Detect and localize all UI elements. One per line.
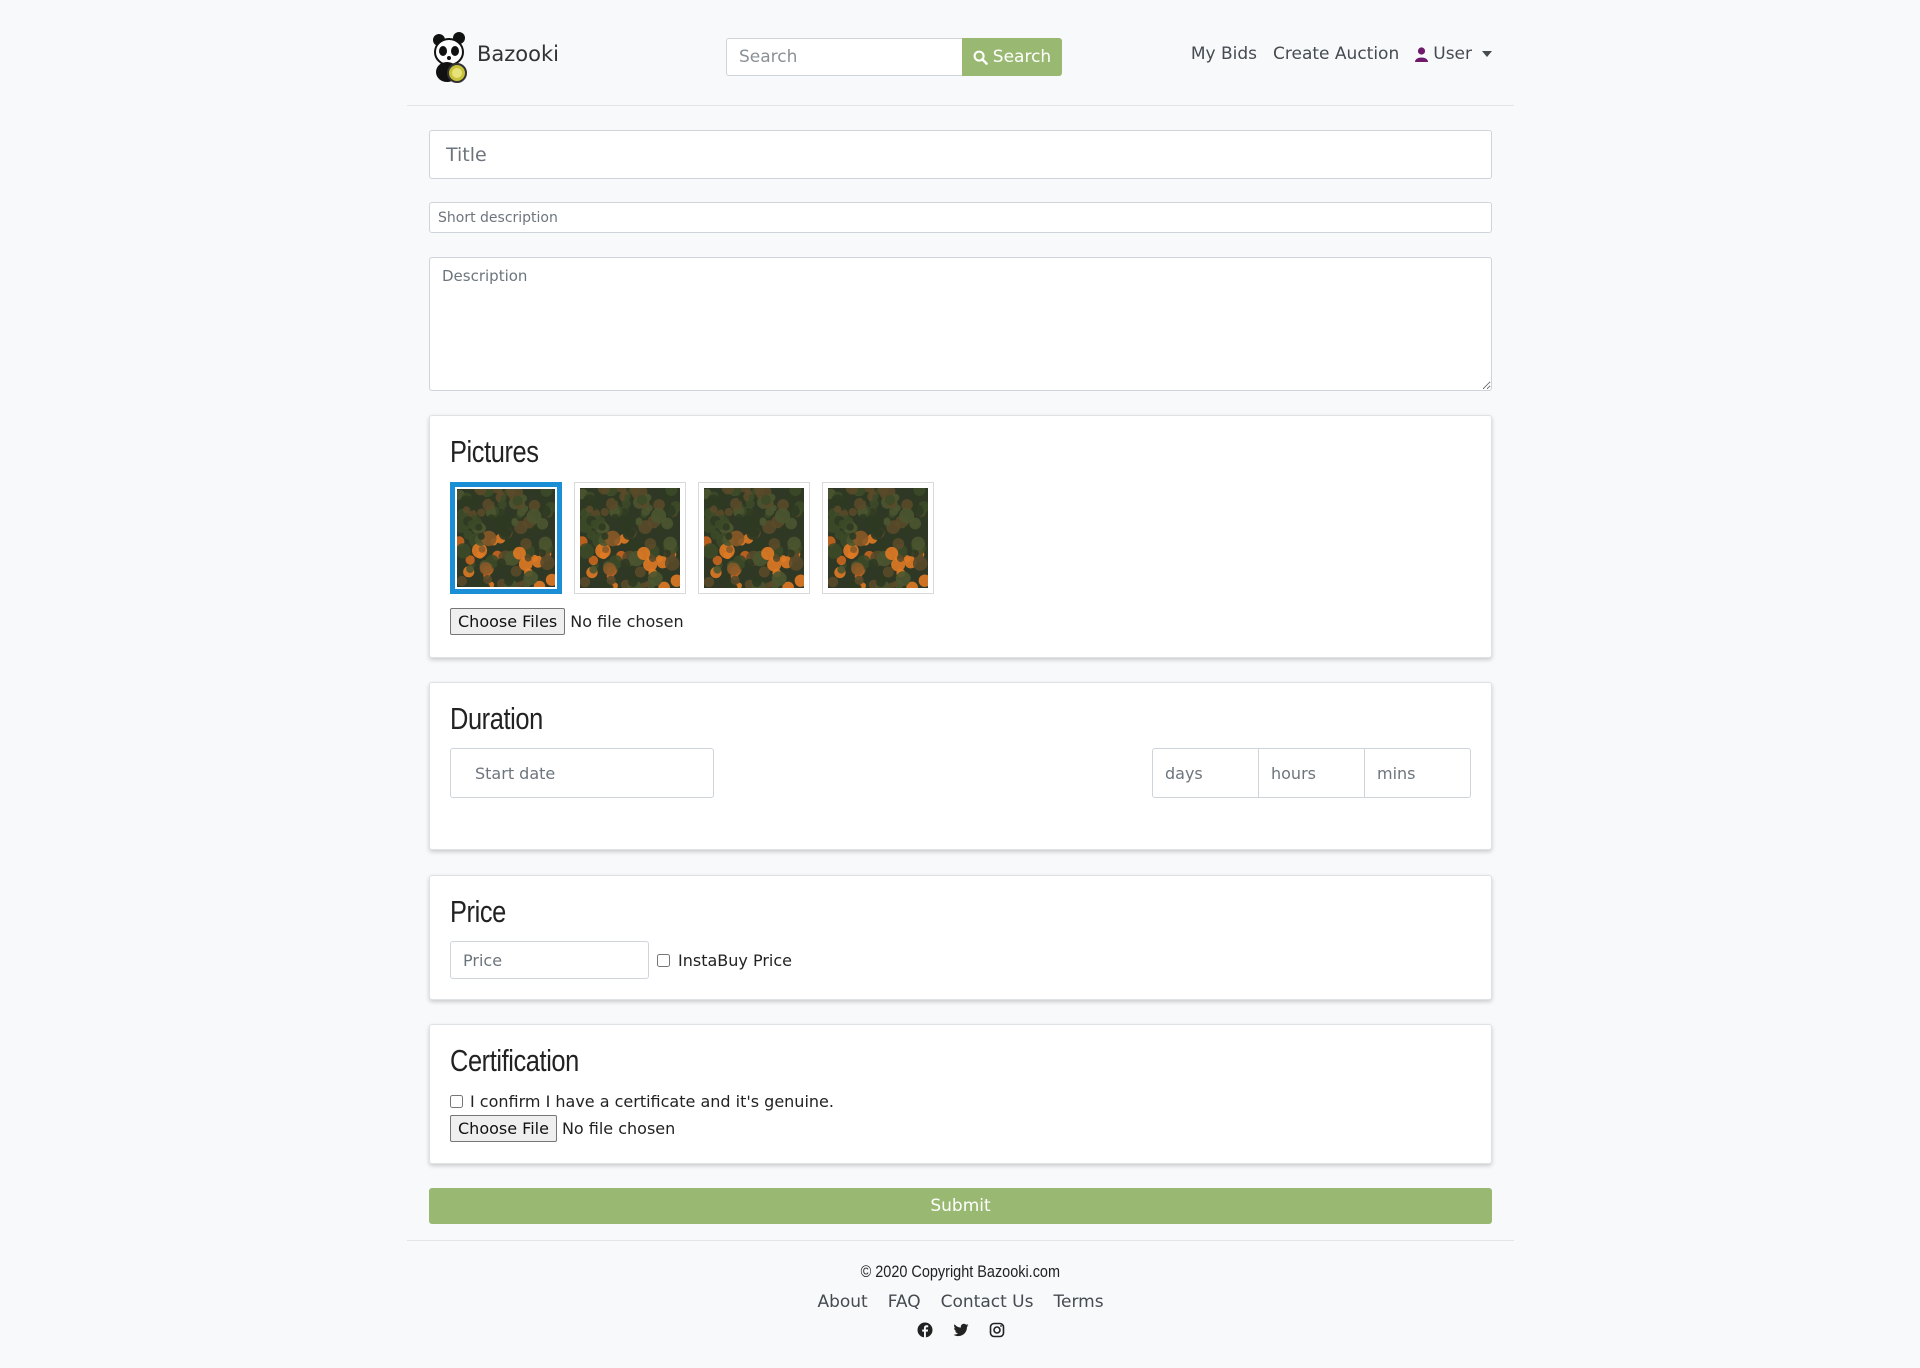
footer-copyright: © 2020 Copyright Bazooki.com [407,1262,1514,1282]
brand-link[interactable]: Bazooki [429,28,559,84]
copyright-text: © 2020 Copyright Bazooki.com [860,1262,1061,1281]
forest-photo [457,489,555,587]
pictures-heading: Pictures [450,434,539,469]
certification-confirm-row: I confirm I have a certificate and it's … [450,1092,834,1111]
search-button[interactable]: Search [962,38,1062,76]
search-icon [973,50,988,65]
panda-logo-icon [433,32,467,83]
nav-links: My Bids Create Auction User [1175,44,1492,64]
nav-my-bids[interactable]: My Bids [1191,44,1257,64]
short-description-input[interactable] [429,202,1492,233]
certificate-confirm-checkbox[interactable] [450,1095,463,1108]
forest-photo [580,488,680,588]
pictures-card: Pictures Choose Files No file chosen [429,415,1492,658]
price-card: Price InstaBuy Price [429,875,1492,1000]
social-links [407,1322,1514,1338]
thumbnail[interactable] [698,482,810,594]
thumbnail-list [450,482,934,594]
thumbnail[interactable] [450,482,562,594]
submit-button[interactable]: Submit [429,1188,1492,1224]
price-heading: Price [450,894,506,929]
hours-input[interactable] [1258,748,1365,798]
nav-create-auction[interactable]: Create Auction [1273,44,1399,64]
user-dropdown[interactable]: User [1415,44,1492,64]
instabuy-checkbox[interactable] [657,953,670,967]
twitter-icon[interactable] [953,1322,969,1338]
facebook-icon[interactable] [917,1322,933,1338]
certification-heading: Certification [450,1043,579,1078]
price-row: InstaBuy Price [450,941,792,979]
footer-link-about[interactable]: About [817,1292,867,1312]
forest-photo [828,488,928,588]
brand-name: Bazooki [477,42,559,66]
search-input[interactable] [726,38,962,76]
description-textarea[interactable] [429,257,1492,391]
price-input[interactable] [450,941,649,979]
footer-links: About FAQ Contact Us Terms [407,1292,1514,1312]
search-button-label: Search [992,47,1052,67]
thumbnail[interactable] [822,482,934,594]
choose-files-button[interactable]: Choose Files [450,608,566,635]
duration-group [1152,748,1471,798]
no-file-chosen-text: No file chosen [570,612,684,631]
footer-link-contact[interactable]: Contact Us [941,1292,1034,1312]
instabuy-label: InstaBuy Price [678,950,792,970]
footer-divider [407,1240,1514,1241]
thumbnail[interactable] [574,482,686,594]
footer-link-faq[interactable]: FAQ [888,1292,921,1312]
caret-down-icon [1482,51,1492,57]
navbar: Bazooki Search My Bids Create Auction Us… [407,0,1514,106]
footer-link-terms[interactable]: Terms [1054,1292,1104,1312]
user-label: User [1433,44,1472,64]
instagram-icon[interactable] [989,1322,1005,1338]
duration-heading: Duration [450,701,543,736]
user-icon [1415,46,1429,62]
certification-card: Certification I confirm I have a certifi… [429,1024,1492,1164]
certificate-file-input: Choose File No file chosen [450,1115,675,1142]
certificate-confirm-label: I confirm I have a certificate and it's … [470,1092,834,1111]
no-file-chosen-text: No file chosen [561,1119,676,1138]
days-input[interactable] [1152,748,1259,798]
forest-photo [704,488,804,588]
title-input[interactable] [429,130,1492,179]
duration-card: Duration [429,682,1492,850]
mins-input[interactable] [1364,748,1471,798]
start-date-input[interactable] [450,748,714,798]
pictures-file-input: Choose Files No file chosen [450,608,684,635]
choose-file-button[interactable]: Choose File [450,1115,557,1142]
